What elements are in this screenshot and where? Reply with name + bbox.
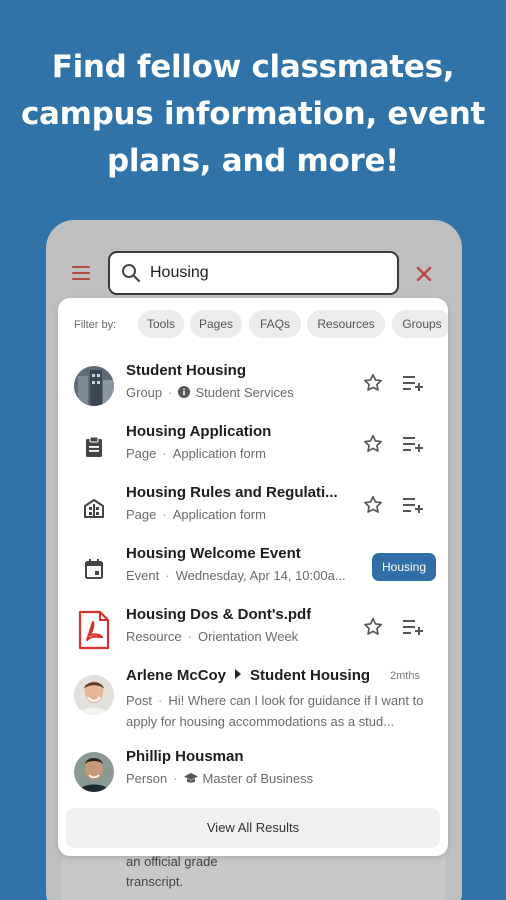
background-text: an official grade transcript. [126,852,218,892]
result-meta: Resource · Orientation Week [126,629,299,644]
result-type: Page [126,507,157,522]
star-icon[interactable] [362,494,384,516]
result-meta: Person · Master of Business [126,771,314,786]
headline-line-2: campus information, event [20,96,486,132]
headline-line-3: plans, and more! [106,143,400,179]
post-author: Arlene McCoy [126,667,227,684]
result-post-arlene[interactable]: Arlene McCoy Student Housing 2mths Post · H… [58,667,448,742]
result-type: Person [126,771,168,786]
result-detail: Wednesday, Apr 14, 10:00a... [175,568,346,583]
filter-chip-resources[interactable]: Resources [307,310,385,338]
info-icon [178,386,191,398]
result-phillip-housman[interactable]: Phillip Housman Person · Master of Busines… [58,748,448,808]
calendar-icon [85,559,103,579]
result-meta: Page · Application form [126,446,266,461]
arrow-right-icon [235,669,242,679]
result-housing-rules[interactable]: Housing Rules and Regulati... Page · Appli… [58,484,448,544]
graduation-cap-icon [183,773,198,783]
result-type: Event [126,568,160,583]
star-icon[interactable] [362,372,384,394]
clipboard-icon [86,436,102,457]
headline: Find fellow classmates, campus informati… [0,44,506,185]
result-type: Post [126,693,153,708]
post-target: Student Housing [250,667,371,684]
filter-chip-faqs[interactable]: FAQs [249,310,301,338]
result-detail: Application form [172,507,266,522]
post-header: Arlene McCoy Student Housing [126,667,370,684]
search-icon [122,264,141,283]
result-housing-dos-donts-pdf[interactable]: Housing Dos & Dont's.pdf Resource · Orient… [58,606,448,666]
pdf-icon [78,610,110,650]
result-housing-application[interactable]: Housing Application Page · Application for… [58,423,448,483]
result-detail: Orientation Week [197,629,299,644]
result-title: Housing Welcome Event [126,545,301,562]
post-time: 2mths [390,670,420,682]
result-housing-welcome-event[interactable]: Housing Welcome Event Event · Wednesday, A… [58,545,448,605]
result-meta: Group · Student Services [126,385,294,400]
search-results-panel: Filter by: Tools Pages FAQs Resources Gr… [58,298,448,856]
result-title: Phillip Housman [126,748,244,765]
result-title: Housing Application [126,423,272,440]
result-type: Page [126,446,157,461]
group-avatar [74,366,114,406]
close-icon[interactable] [415,265,433,283]
result-meta: Page · Application form [126,507,266,522]
avatar-arlene [74,675,114,715]
background-text-line-2: transcript. [126,874,184,889]
add-to-list-icon[interactable] [402,435,424,453]
post-excerpt: Hi! Where can I look for guidance if I w… [126,693,424,729]
result-meta: Post · Hi! Where can I look for guidance i… [126,693,424,729]
menu-icon[interactable] [72,266,90,280]
star-icon[interactable] [362,616,384,638]
result-type: Resource [126,629,182,644]
search-box[interactable] [108,251,399,295]
result-meta: Event · Wednesday, Apr 14, 10:00a... [126,568,346,583]
view-all-results-button[interactable]: View All Results [66,808,440,848]
filter-chip-tools[interactable]: Tools [138,310,184,338]
filter-label: Filter by: [74,319,117,331]
avatar-phillip [74,752,114,792]
filter-bar: Filter by: Tools Pages FAQs Resources Gr… [58,310,448,340]
star-icon[interactable] [362,433,384,455]
result-detail: Student Services [195,385,294,400]
add-to-list-icon[interactable] [402,374,424,392]
result-detail: Application form [172,446,266,461]
building-icon [84,499,104,518]
result-type: Group [126,385,163,400]
result-detail: Master of Business [202,771,314,786]
filter-chip-groups[interactable]: Groups [392,310,448,338]
add-to-list-icon[interactable] [402,496,424,514]
filter-chip-pages[interactable]: Pages [190,310,242,338]
result-student-housing[interactable]: Student Housing Group · Student Services [58,362,448,422]
result-title: Student Housing [126,362,246,379]
result-title: Housing Rules and Regulati... [126,484,338,501]
search-input[interactable] [150,261,380,285]
headline-line-1: Find fellow classmates, [51,49,455,85]
category-badge[interactable]: Housing [372,553,437,581]
add-to-list-icon[interactable] [402,618,424,636]
result-title: Housing Dos & Dont's.pdf [126,606,312,623]
